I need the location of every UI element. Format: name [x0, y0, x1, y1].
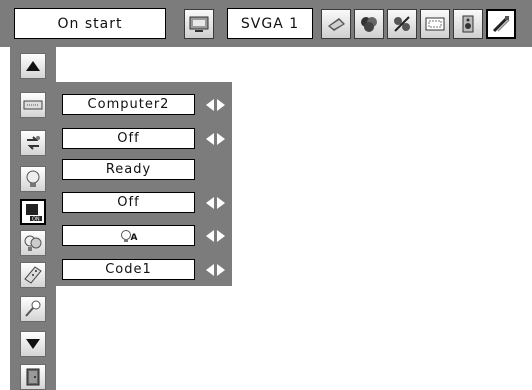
arrow-left-icon[interactable]: [205, 196, 215, 209]
input-terminal-icon[interactable]: [20, 92, 46, 118]
terminal-setting-field[interactable]: Computer2: [62, 94, 195, 115]
input-search-setting-field[interactable]: Off: [62, 128, 195, 149]
scroll-up-icon[interactable]: [20, 53, 46, 79]
input-search-setting-value: Off: [117, 131, 140, 146]
image-adjust-icon[interactable]: [387, 9, 417, 39]
remote-code-icon[interactable]: [20, 262, 46, 288]
svg-text:ON: ON: [32, 217, 40, 223]
sidebar: ON: [10, 47, 56, 390]
image-select-icon[interactable]: [354, 9, 384, 39]
sound-icon[interactable]: [453, 9, 483, 39]
top-menu-bar: On start SVGA 1: [0, 0, 532, 47]
arrow-left-icon[interactable]: [205, 229, 215, 242]
arrow-right-icon[interactable]: [216, 132, 225, 145]
arrow-left-icon[interactable]: [205, 98, 215, 111]
setting-icon[interactable]: [486, 9, 516, 39]
signal-label: SVGA 1: [240, 15, 300, 32]
direct-on-setting-field[interactable]: Off: [62, 192, 195, 213]
settings-panel: Computer2 Off Ready Off A Code1: [56, 82, 232, 286]
menu-title-box: On start: [14, 8, 166, 39]
input-search-icon[interactable]: [20, 130, 46, 156]
security-key-icon[interactable]: [20, 296, 46, 322]
pc-adjust-icon[interactable]: [321, 9, 351, 39]
arrow-left-icon[interactable]: [205, 263, 215, 276]
arrow-right-icon[interactable]: [216, 229, 225, 242]
direct-on-setting-arrows[interactable]: [202, 192, 228, 213]
menu-title: On start: [57, 15, 123, 32]
lamp-auto-icon: A: [120, 229, 138, 243]
standby-status-value: Ready: [105, 162, 152, 177]
scroll-down-icon[interactable]: [20, 331, 46, 357]
standby-lamp-icon[interactable]: [20, 166, 46, 192]
lamp-auto-label: A: [130, 232, 138, 243]
remote-control-setting-field[interactable]: Code1: [62, 259, 195, 280]
terminal-setting-value: Computer2: [87, 97, 170, 112]
power-on-icon[interactable]: ON: [20, 199, 46, 225]
arrow-right-icon[interactable]: [216, 98, 225, 111]
exit-door-icon[interactable]: [20, 364, 46, 390]
arrow-right-icon[interactable]: [216, 263, 225, 276]
standby-status-field: Ready: [62, 159, 195, 180]
computer-input-icon[interactable]: [184, 9, 214, 39]
signal-display: SVGA 1: [227, 8, 313, 39]
direct-on-setting-value: Off: [117, 195, 140, 210]
lamp-control-setting-field[interactable]: A: [62, 225, 195, 246]
lamp-mode-icon[interactable]: [20, 230, 46, 256]
screen-icon[interactable]: [420, 9, 450, 39]
arrow-left-icon[interactable]: [205, 132, 215, 145]
lamp-control-setting-arrows[interactable]: [202, 225, 228, 246]
terminal-setting-arrows[interactable]: [202, 94, 228, 115]
remote-control-setting-arrows[interactable]: [202, 259, 228, 280]
remote-control-setting-value: Code1: [105, 262, 152, 277]
input-search-setting-arrows[interactable]: [202, 128, 228, 149]
arrow-right-icon[interactable]: [216, 196, 225, 209]
